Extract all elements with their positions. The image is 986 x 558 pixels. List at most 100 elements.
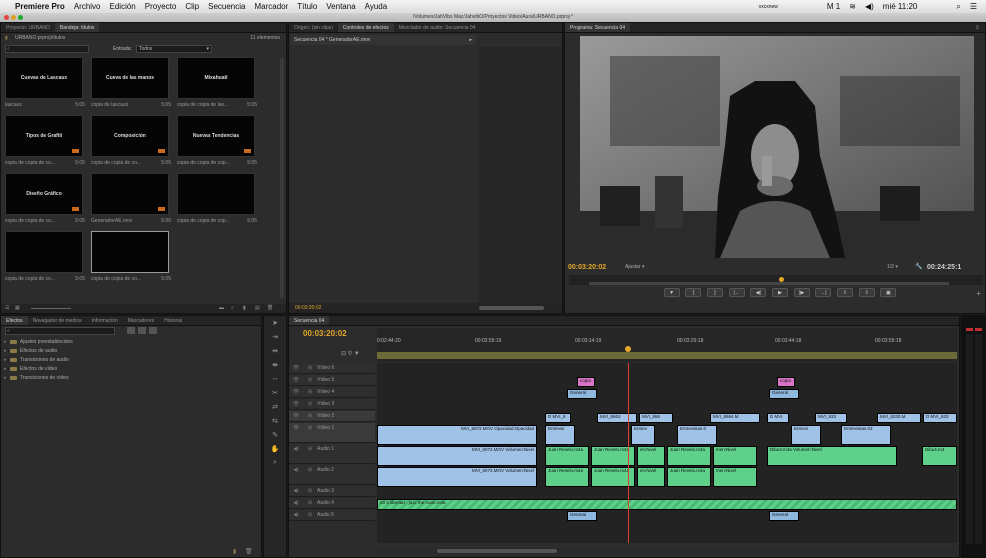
item-name[interactable]: copia de copia de co... <box>91 276 141 282</box>
effects-folder[interactable]: ▸ Efectos de audio <box>1 346 261 355</box>
scroll-thumb[interactable] <box>437 549 557 553</box>
mark-out-button[interactable]: } <box>706 288 723 297</box>
close-window-icon[interactable] <box>4 15 9 20</box>
list-view-icon[interactable]: ☰ <box>5 305 9 311</box>
step-forward-button[interactable]: |▶ <box>793 288 810 297</box>
tab-history[interactable]: Historial <box>159 316 187 325</box>
audio-clip[interactable]: MVI_6072.MOV Volumen:Nivel <box>377 446 537 466</box>
tab-effects[interactable]: Efectos <box>1 316 28 325</box>
thumbnail[interactable]: Nuevas Tendencias <box>177 115 255 157</box>
lock-icon[interactable]: ⊞ <box>303 413 317 419</box>
rolling-edit-tool-icon[interactable]: ⇼ <box>270 361 281 372</box>
lock-icon[interactable]: ⊞ <box>303 467 317 473</box>
speaker-icon[interactable]: ◀) <box>289 467 303 473</box>
track-header-v1[interactable]: 👁 ⊞ Vídeo 1 <box>289 423 375 443</box>
tab-markers[interactable]: Marcadores <box>123 316 159 325</box>
timeline-scrollbar[interactable] <box>377 548 957 554</box>
selection-tool-icon[interactable]: ➤ <box>270 319 281 330</box>
menu-secuencia[interactable]: Secuencia <box>208 2 245 11</box>
status-misc[interactable]: M 1 <box>827 2 840 11</box>
icon-view-icon[interactable]: ▦ <box>15 305 20 311</box>
thumbnail[interactable]: Tipos de Grafiti <box>5 115 83 157</box>
speaker-icon[interactable]: ◀) <box>289 500 303 506</box>
menu-edicion[interactable]: Edición <box>110 2 136 11</box>
item-name[interactable]: lascaux <box>5 102 22 108</box>
status-user[interactable]: vxcxnew <box>759 4 778 10</box>
go-to-in-button[interactable]: |← <box>728 288 745 297</box>
tab-program[interactable]: Programa: Secuencia 04 <box>565 23 631 32</box>
title-clip[interactable]: copia <box>777 377 795 387</box>
thumbnail[interactable]: Cuevas de Lascaux <box>5 57 83 99</box>
extract-button[interactable]: ⇪ <box>858 288 875 297</box>
effects-folder[interactable]: ▸ Transiciones de audio <box>1 355 261 364</box>
slip-tool-icon[interactable]: ⇄ <box>270 403 281 414</box>
track-header-a3[interactable]: ◀) ⊞ Audio 3 <box>289 486 375 497</box>
effects-folder[interactable]: ▸ Ajustes preestablecidos <box>1 337 261 346</box>
speaker-icon[interactable]: ◀) <box>289 488 303 494</box>
item-name[interactable]: GeneradorAE.mov <box>91 218 132 224</box>
menu-proyecto[interactable]: Proyecto <box>145 2 177 11</box>
item-name[interactable]: copia de copia de co... <box>5 218 55 224</box>
speaker-icon[interactable]: ◀) <box>289 512 303 518</box>
track-header-v6[interactable]: 👁 ⊞ Vídeo 6 <box>289 363 375 374</box>
tab-bin[interactable]: Bandeja: títulos <box>54 23 100 32</box>
thumbnail[interactable]: Diseño Gráfico <box>5 173 83 215</box>
tracks-area[interactable]: copia copia General General D MVI_8 MVI_… <box>377 363 957 543</box>
timeline-timecode[interactable]: 00:03:20:02 <box>303 329 347 338</box>
tab-audio-mixer[interactable]: Mezclador de audio: Secuencia 04 <box>394 23 481 32</box>
notifications-icon[interactable]: ☰ <box>970 2 977 11</box>
playhead-handle-icon[interactable] <box>625 346 631 352</box>
tab-source[interactable]: Origen: (sin clips) <box>289 23 338 32</box>
music-clip[interactable]: 03 3 libertad - jazz the roots.m4a <box>377 499 957 510</box>
lift-button[interactable]: ⇧ <box>837 288 854 297</box>
new-bin-icon[interactable]: ▮ <box>243 305 246 311</box>
wrench-icon[interactable]: 🔧 <box>915 263 922 270</box>
volume-icon[interactable]: ◀) <box>865 2 874 11</box>
zoom-tool-icon[interactable]: ⌕ <box>270 459 281 470</box>
video-clip[interactable]: MVI_833 <box>815 413 847 423</box>
go-to-out-button[interactable]: →| <box>815 288 832 297</box>
lock-icon[interactable]: ⊞ <box>303 389 317 395</box>
time-ruler[interactable]: 0:02:44:20 00:02:59:19 00:03:14:19 00:03… <box>377 328 957 362</box>
audio-clip[interactable]: Dibu4.m4 <box>922 446 957 466</box>
pen-tool-icon[interactable]: ✎ <box>270 431 281 442</box>
program-scrubber[interactable] <box>569 275 983 285</box>
thumbnail[interactable] <box>91 231 169 273</box>
item-name[interactable]: copia de copia de co... <box>91 160 141 166</box>
menu-titulo[interactable]: Título <box>297 2 317 11</box>
generated-clip[interactable]: General <box>567 389 597 399</box>
new-item-icon[interactable]: ▤ <box>255 305 260 311</box>
audio-clip[interactable]: Juan Revelo.m4a <box>545 467 589 487</box>
step-back-button[interactable]: ◀| <box>750 288 767 297</box>
lock-icon[interactable]: ⊞ <box>303 401 317 407</box>
accelerated-icon[interactable] <box>127 327 135 334</box>
new-folder-icon[interactable]: ▮ <box>233 548 236 555</box>
generated-clip[interactable]: General <box>769 389 799 399</box>
menu-ayuda[interactable]: Ayuda <box>365 2 388 11</box>
thumbnail[interactable]: Mixahuatl <box>177 57 255 99</box>
razor-tool-icon[interactable]: ✂ <box>270 389 281 400</box>
panel-menu-icon[interactable]: ≡ <box>975 25 979 31</box>
zoom-slider[interactable] <box>31 308 71 309</box>
item-name[interactable]: copia de copia de cop... <box>177 160 230 166</box>
track-header-v4[interactable]: 👁 ⊞ Vídeo 4 <box>289 387 375 398</box>
32bit-icon[interactable] <box>138 327 146 334</box>
item-name[interactable]: copia de copia de co... <box>5 160 55 166</box>
audio-clip[interactable]: Juan Revelo.m4a <box>667 467 711 487</box>
eye-icon[interactable]: 👁 <box>289 377 303 383</box>
thumbnail[interactable] <box>5 231 83 273</box>
lock-icon[interactable]: ⊞ <box>303 488 317 494</box>
track-header-a2[interactable]: ◀) ⊞ Audio 2 <box>289 465 375 485</box>
effects-folder[interactable]: ▸ Efectos de vídeo <box>1 364 261 373</box>
video-clip[interactable]: Entrevi <box>791 425 821 445</box>
tab-media-browser[interactable]: Navegador de medios <box>28 316 87 325</box>
slide-tool-icon[interactable]: ⇆ <box>270 417 281 428</box>
video-clip[interactable]: MVI_6072.MOV Opacidad:Opacidad <box>377 425 537 445</box>
audio-clip[interactable]: men:Nivel <box>713 467 757 487</box>
menu-clip[interactable]: Clip <box>185 2 199 11</box>
title-clip[interactable]: copia <box>577 377 595 387</box>
effect-scroll[interactable] <box>479 306 544 310</box>
video-clip[interactable]: D MVI_8 <box>545 413 571 423</box>
zoom-window-icon[interactable] <box>18 15 23 20</box>
lock-icon[interactable]: ⊞ <box>303 365 317 371</box>
